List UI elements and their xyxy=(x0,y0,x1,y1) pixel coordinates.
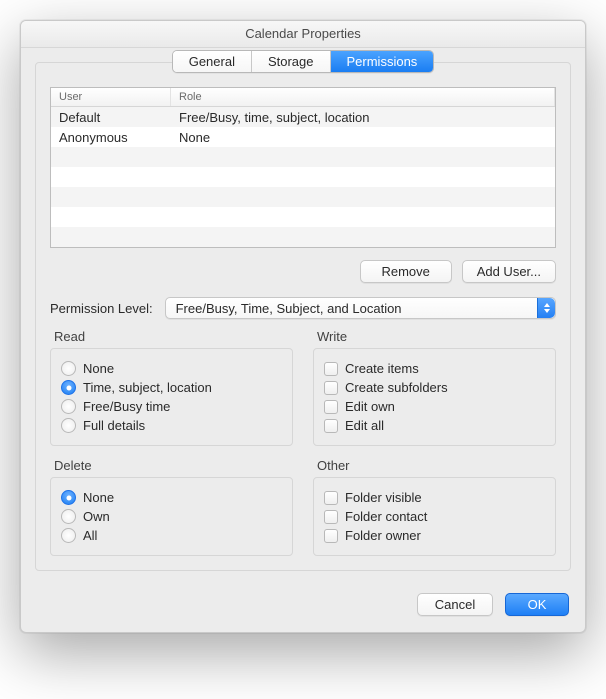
permission-level-label: Permission Level: xyxy=(50,301,153,316)
add-user-button[interactable]: Add User... xyxy=(462,260,556,283)
checkbox-icon xyxy=(324,529,338,543)
permission-level-row: Permission Level: Free/Busy, Time, Subje… xyxy=(50,297,556,319)
checkbox-icon xyxy=(324,362,338,376)
group-read-title: Read xyxy=(50,329,293,348)
group-delete-box: None Own All xyxy=(50,477,293,556)
ok-button[interactable]: OK xyxy=(505,593,569,616)
tab-storage[interactable]: Storage xyxy=(252,51,331,72)
table-body: Default Free/Busy, time, subject, locati… xyxy=(51,107,555,247)
radio-icon xyxy=(61,380,76,395)
radio-icon xyxy=(61,528,76,543)
checkbox-icon xyxy=(324,491,338,505)
chevron-updown-icon xyxy=(537,298,555,318)
write-create-items[interactable]: Create items xyxy=(324,359,545,378)
cell-role: None xyxy=(171,130,555,145)
write-edit-own[interactable]: Edit own xyxy=(324,397,545,416)
checkbox-icon xyxy=(324,400,338,414)
checkbox-icon xyxy=(324,419,338,433)
read-time-subject-location[interactable]: Time, subject, location xyxy=(61,378,282,397)
group-read-box: None Time, subject, location Free/Busy t… xyxy=(50,348,293,446)
group-delete: Delete None Own All xyxy=(50,458,293,556)
group-other-title: Other xyxy=(313,458,556,477)
window-title: Calendar Properties xyxy=(21,21,585,48)
calendar-properties-window: Calendar Properties General Storage Perm… xyxy=(20,20,586,633)
group-delete-title: Delete xyxy=(50,458,293,477)
radio-icon xyxy=(61,490,76,505)
header-role[interactable]: Role xyxy=(171,88,555,106)
delete-all[interactable]: All xyxy=(61,526,282,545)
cell-role: Free/Busy, time, subject, location xyxy=(171,110,555,125)
content-area: General Storage Permissions User Role De… xyxy=(21,48,585,581)
radio-icon xyxy=(61,509,76,524)
cancel-button[interactable]: Cancel xyxy=(417,593,493,616)
group-other-box: Folder visible Folder contact Folder own… xyxy=(313,477,556,556)
permission-level-select[interactable]: Free/Busy, Time, Subject, and Location xyxy=(165,297,556,319)
table-row[interactable]: Default Free/Busy, time, subject, locati… xyxy=(51,107,555,127)
read-none[interactable]: None xyxy=(61,359,282,378)
write-edit-all[interactable]: Edit all xyxy=(324,416,545,435)
tab-general[interactable]: General xyxy=(173,51,252,72)
tab-permissions[interactable]: Permissions xyxy=(331,51,434,72)
tab-control: General Storage Permissions xyxy=(50,62,556,73)
other-folder-contact[interactable]: Folder contact xyxy=(324,507,545,526)
read-full-details[interactable]: Full details xyxy=(61,416,282,435)
other-folder-visible[interactable]: Folder visible xyxy=(324,488,545,507)
permission-groups: Read None Time, subject, location Free/B… xyxy=(50,329,556,556)
permission-level-value: Free/Busy, Time, Subject, and Location xyxy=(176,301,402,316)
table-header: User Role xyxy=(51,88,555,107)
group-other: Other Folder visible Folder contact Fold… xyxy=(313,458,556,556)
delete-own[interactable]: Own xyxy=(61,507,282,526)
table-row[interactable]: Anonymous None xyxy=(51,127,555,147)
read-free-busy[interactable]: Free/Busy time xyxy=(61,397,282,416)
delete-none[interactable]: None xyxy=(61,488,282,507)
checkbox-icon xyxy=(324,381,338,395)
write-create-subfolders[interactable]: Create subfolders xyxy=(324,378,545,397)
tab-segmented: General Storage Permissions xyxy=(172,50,435,73)
other-folder-owner[interactable]: Folder owner xyxy=(324,526,545,545)
table-buttons: Remove Add User... xyxy=(50,260,556,283)
group-write: Write Create items Create subfolders Edi… xyxy=(313,329,556,446)
group-write-title: Write xyxy=(313,329,556,348)
permissions-panel: General Storage Permissions User Role De… xyxy=(35,62,571,571)
radio-icon xyxy=(61,361,76,376)
permissions-table: User Role Default Free/Busy, time, subje… xyxy=(50,87,556,248)
radio-icon xyxy=(61,418,76,433)
group-write-box: Create items Create subfolders Edit own … xyxy=(313,348,556,446)
remove-button[interactable]: Remove xyxy=(360,260,452,283)
cell-user: Anonymous xyxy=(51,130,171,145)
cell-user: Default xyxy=(51,110,171,125)
checkbox-icon xyxy=(324,510,338,524)
radio-icon xyxy=(61,399,76,414)
group-read: Read None Time, subject, location Free/B… xyxy=(50,329,293,446)
dialog-footer: Cancel OK xyxy=(21,581,585,632)
header-user[interactable]: User xyxy=(51,88,171,106)
